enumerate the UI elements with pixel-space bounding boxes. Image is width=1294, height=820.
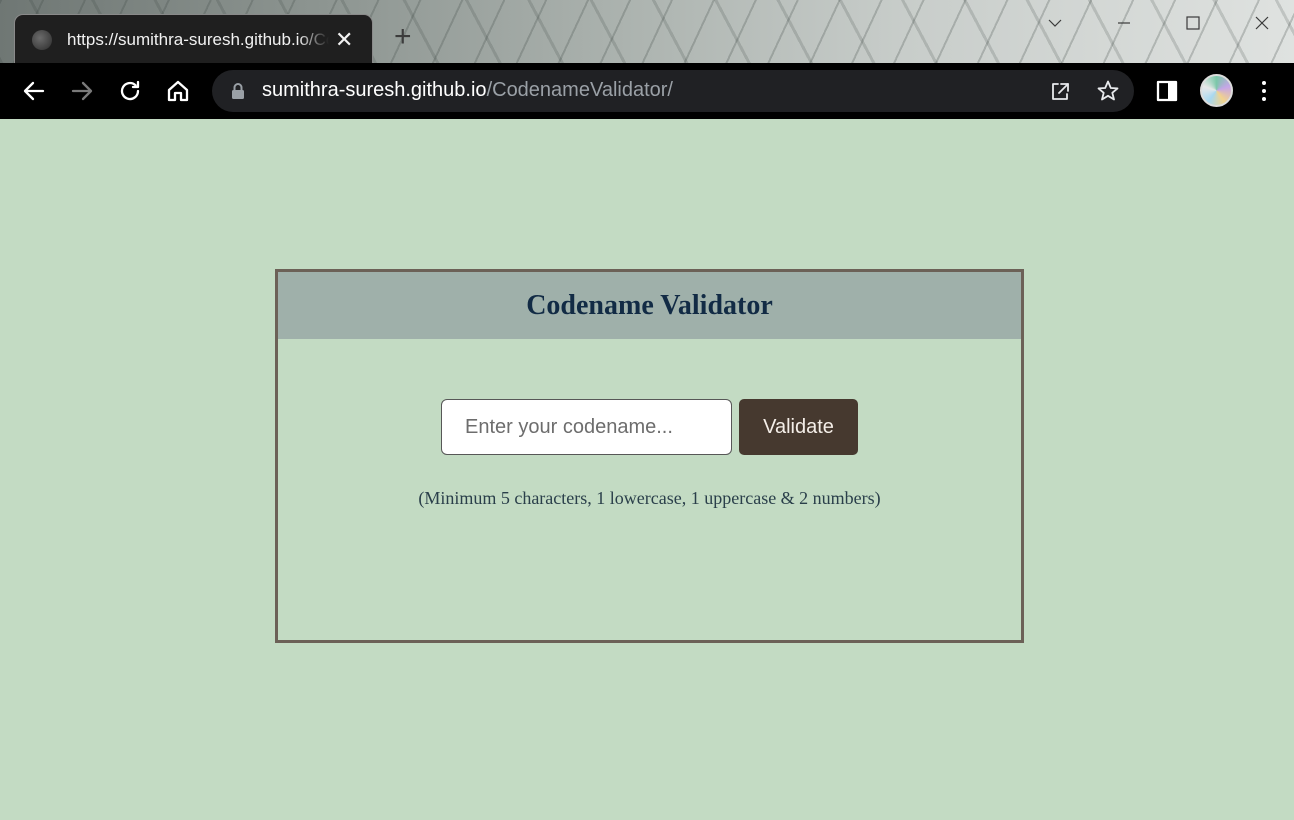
- address-bar[interactable]: sumithra-suresh.github.io/CodenameValida…: [212, 70, 1134, 112]
- browser-tab-active[interactable]: https://sumithra-suresh.github.io/Codena…: [14, 14, 373, 63]
- star-icon[interactable]: [1096, 79, 1120, 103]
- validate-button[interactable]: Validate: [739, 399, 858, 455]
- url-text[interactable]: sumithra-suresh.github.io/CodenameValida…: [262, 79, 673, 102]
- requirements-hint: (Minimum 5 characters, 1 lowercase, 1 up…: [418, 488, 881, 508]
- share-icon[interactable]: [1048, 79, 1072, 103]
- page-title: Codename Validator: [526, 289, 773, 321]
- profile-avatar[interactable]: [1200, 74, 1233, 107]
- forward-button[interactable]: [66, 75, 98, 107]
- reload-icon: [120, 80, 140, 101]
- validator-card: Codename Validator Validate (Minimum 5 c…: [275, 269, 1024, 643]
- close-window-button[interactable]: [1239, 8, 1285, 38]
- tab-search-icon[interactable]: [1032, 8, 1078, 38]
- globe-icon: [32, 29, 52, 50]
- tab-title: https://sumithra-suresh.github.io/Codena…: [67, 29, 329, 49]
- reload-button[interactable]: [114, 75, 146, 107]
- new-tab-button[interactable]: +: [394, 22, 412, 52]
- forward-icon: [71, 81, 93, 101]
- side-panel-icon[interactable]: [1151, 75, 1183, 107]
- codename-input[interactable]: [441, 399, 732, 455]
- close-tab-icon[interactable]: ✕: [335, 28, 353, 51]
- card-header: Codename Validator: [278, 272, 1021, 339]
- minimize-button[interactable]: [1101, 8, 1147, 38]
- back-icon: [23, 81, 45, 101]
- lock-icon[interactable]: [231, 82, 245, 105]
- url-path: /CodenameValidator/: [486, 79, 673, 101]
- codename-form: Validate: [441, 399, 858, 455]
- url-host: sumithra-suresh.github.io: [262, 79, 487, 101]
- home-icon: [167, 80, 189, 102]
- browser-titlebar: https://sumithra-suresh.github.io/Codena…: [0, 0, 1294, 63]
- home-button[interactable]: [162, 75, 194, 107]
- maximize-button[interactable]: [1170, 8, 1216, 38]
- browser-toolbar: sumithra-suresh.github.io/CodenameValida…: [0, 63, 1294, 119]
- back-button[interactable]: [18, 75, 50, 107]
- menu-icon[interactable]: [1248, 75, 1280, 107]
